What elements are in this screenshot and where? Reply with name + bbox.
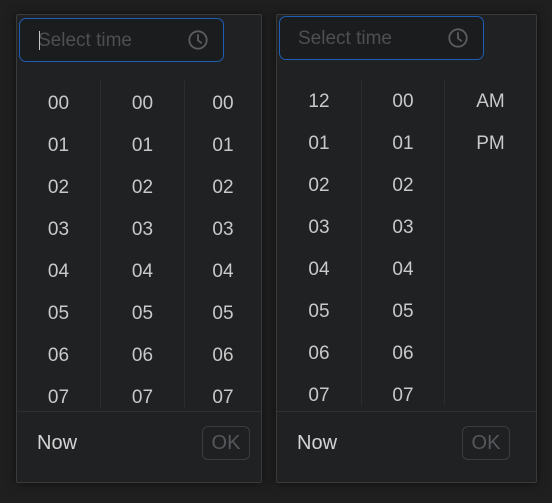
second-option[interactable]: 06: [185, 335, 261, 377]
minute-option[interactable]: 00: [101, 83, 184, 125]
minute-option[interactable]: 04: [362, 249, 444, 291]
hour-option[interactable]: 05: [277, 291, 361, 333]
minute-option[interactable]: 05: [101, 293, 184, 335]
minute-option[interactable]: 02: [101, 167, 184, 209]
hour-option[interactable]: 12: [277, 81, 361, 123]
second-option[interactable]: 03: [185, 209, 261, 251]
second-option[interactable]: 04: [185, 251, 261, 293]
clock-icon: [188, 30, 208, 50]
text-caret: [39, 31, 40, 50]
hour-option[interactable]: 05: [17, 293, 100, 335]
hour-option[interactable]: 03: [17, 209, 100, 251]
time-picker-12h: Select time 12 01 02 03 04 05 06 07 00 0…: [276, 14, 537, 483]
time-input[interactable]: Select time: [19, 18, 224, 62]
hour-option[interactable]: 06: [277, 333, 361, 375]
meridiem-option-pm[interactable]: PM: [445, 123, 536, 165]
minute-option[interactable]: 01: [101, 125, 184, 167]
minute-option[interactable]: 06: [101, 335, 184, 377]
meridiem-column[interactable]: AM PM: [445, 79, 536, 405]
time-input-placeholder: Select time: [38, 30, 132, 51]
minute-column[interactable]: 00 01 02 03 04 05 06 07: [101, 81, 185, 407]
second-option[interactable]: 07: [185, 377, 261, 407]
hour-option[interactable]: 04: [17, 251, 100, 293]
hour-column[interactable]: 00 01 02 03 04 05 06 07: [17, 81, 101, 407]
time-columns: 00 01 02 03 04 05 06 07 00 01 02 03 04 0…: [17, 81, 261, 407]
meridiem-option-am[interactable]: AM: [445, 81, 536, 123]
minute-option[interactable]: 03: [362, 207, 444, 249]
clock-icon: [448, 28, 468, 48]
hour-option[interactable]: 07: [277, 375, 361, 405]
minute-option[interactable]: 02: [362, 165, 444, 207]
minute-option[interactable]: 05: [362, 291, 444, 333]
time-picker-demo: Select time 00 01 02 03 04 05 06 07 00 0…: [0, 0, 552, 503]
second-option[interactable]: 05: [185, 293, 261, 335]
minute-column[interactable]: 00 01 02 03 04 05 06 07: [362, 79, 445, 405]
hour-option[interactable]: 01: [17, 125, 100, 167]
second-column[interactable]: 00 01 02 03 04 05 06 07: [185, 81, 261, 407]
second-option[interactable]: 00: [185, 83, 261, 125]
minute-option[interactable]: 00: [362, 81, 444, 123]
minute-option[interactable]: 01: [362, 123, 444, 165]
minute-option[interactable]: 04: [101, 251, 184, 293]
hour-column[interactable]: 12 01 02 03 04 05 06 07: [277, 79, 362, 405]
time-columns: 12 01 02 03 04 05 06 07 00 01 02 03 04 0…: [277, 79, 536, 405]
time-input[interactable]: Select time: [279, 16, 484, 60]
time-picker-24h: Select time 00 01 02 03 04 05 06 07 00 0…: [16, 14, 262, 483]
minute-option[interactable]: 03: [101, 209, 184, 251]
minute-option[interactable]: 07: [362, 375, 444, 405]
ok-button[interactable]: OK: [202, 426, 250, 460]
second-option[interactable]: 02: [185, 167, 261, 209]
hour-option[interactable]: 02: [277, 165, 361, 207]
second-option[interactable]: 01: [185, 125, 261, 167]
hour-option[interactable]: 06: [17, 335, 100, 377]
now-button[interactable]: Now: [37, 432, 77, 455]
picker-footer: Now OK: [17, 411, 261, 482]
ok-button[interactable]: OK: [462, 426, 510, 460]
hour-option[interactable]: 01: [277, 123, 361, 165]
hour-option[interactable]: 04: [277, 249, 361, 291]
minute-option[interactable]: 06: [362, 333, 444, 375]
now-button[interactable]: Now: [297, 432, 337, 455]
hour-option[interactable]: 02: [17, 167, 100, 209]
time-input-placeholder: Select time: [298, 28, 392, 49]
hour-option[interactable]: 00: [17, 83, 100, 125]
hour-option[interactable]: 07: [17, 377, 100, 407]
hour-option[interactable]: 03: [277, 207, 361, 249]
minute-option[interactable]: 07: [101, 377, 184, 407]
picker-footer: Now OK: [277, 411, 536, 482]
